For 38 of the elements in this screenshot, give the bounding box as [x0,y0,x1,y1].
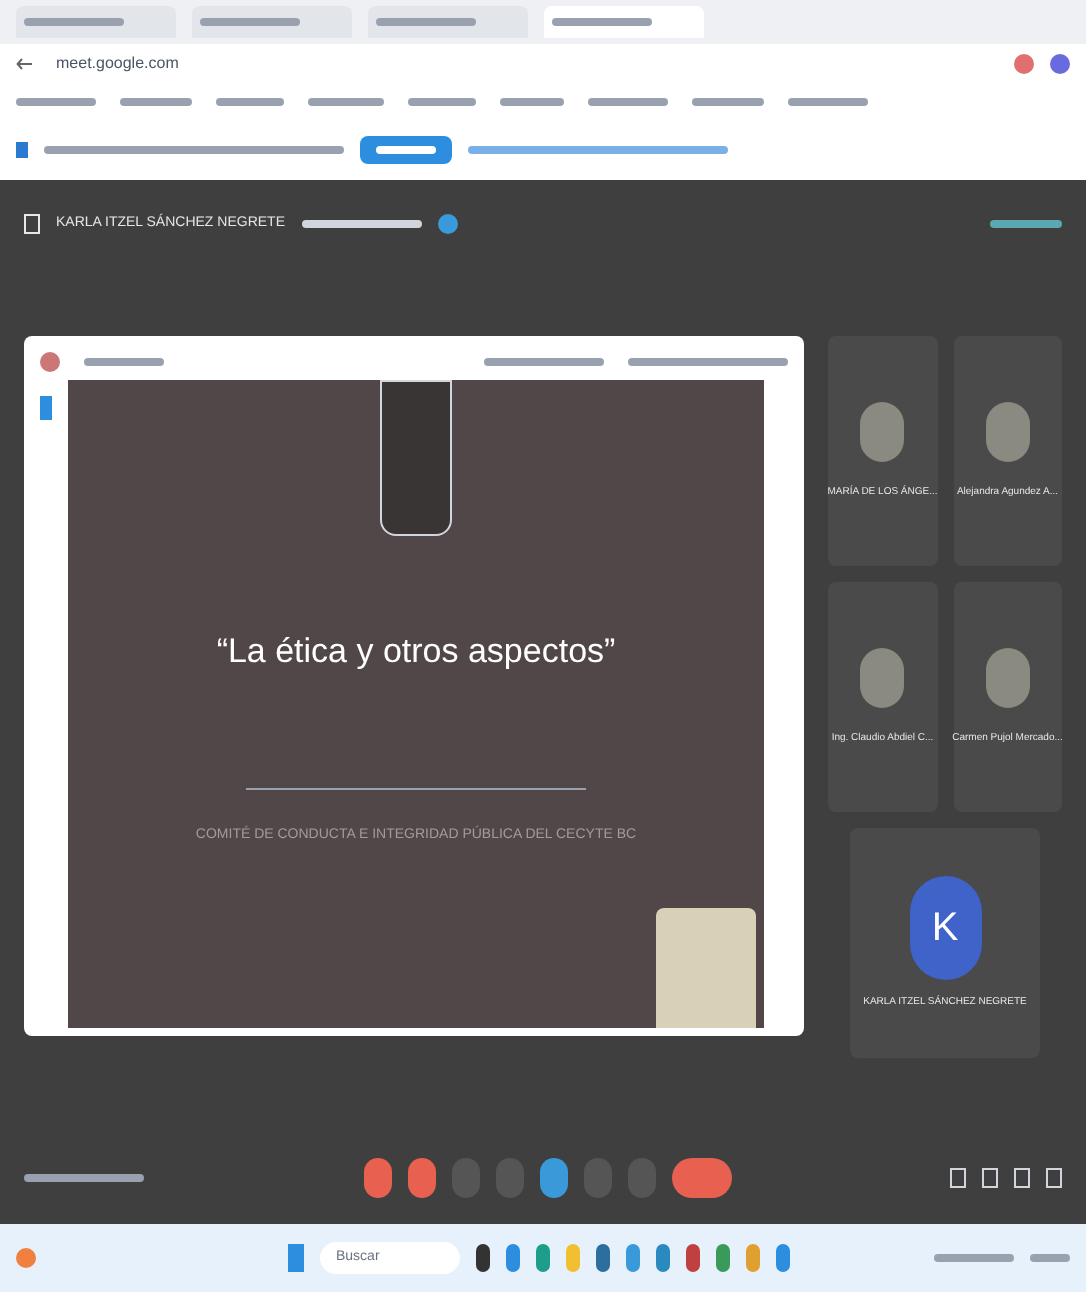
slide-title: “La ética y otros aspectos” [216,630,616,674]
blurred-text [24,1174,144,1182]
back-icon[interactable] [16,58,32,70]
profile-icon[interactable] [1050,54,1070,74]
browser-tab[interactable] [192,6,352,38]
blurred-text [484,358,604,366]
browser-tab[interactable] [544,6,704,38]
blurred-text [500,98,564,106]
blurred-text [24,18,124,26]
call-control-button[interactable] [407,1158,435,1198]
browser-tab[interactable] [16,6,176,38]
call-control-button[interactable] [671,1158,731,1198]
blurred-text [552,18,652,26]
blurred-text [588,98,668,106]
blurred-text [16,98,96,106]
blurred-text [301,220,421,228]
blurred-text [376,18,476,26]
blurred-text [990,220,1062,228]
call-control-button[interactable] [363,1158,391,1198]
share-button[interactable] [360,136,452,164]
blurred-text [1030,1254,1070,1262]
start-icon[interactable] [288,1244,304,1272]
crest-drawing [656,908,756,1028]
blurred-text [788,98,868,106]
browser-tab[interactable] [368,6,528,38]
call-control-button[interactable] [539,1158,567,1198]
blurred-text [308,98,384,106]
blurred-text [120,98,192,106]
presentation-icon [24,214,40,234]
blurred-text [84,358,164,366]
blurred-text [408,98,476,106]
blurred-text [934,1254,1014,1262]
blurred-text [216,98,284,106]
blurred-text [692,98,764,106]
blurred-text [376,146,436,154]
address-field[interactable]: meet.google.com [48,52,998,76]
blurred-text [200,18,300,26]
info-icon [16,142,28,158]
